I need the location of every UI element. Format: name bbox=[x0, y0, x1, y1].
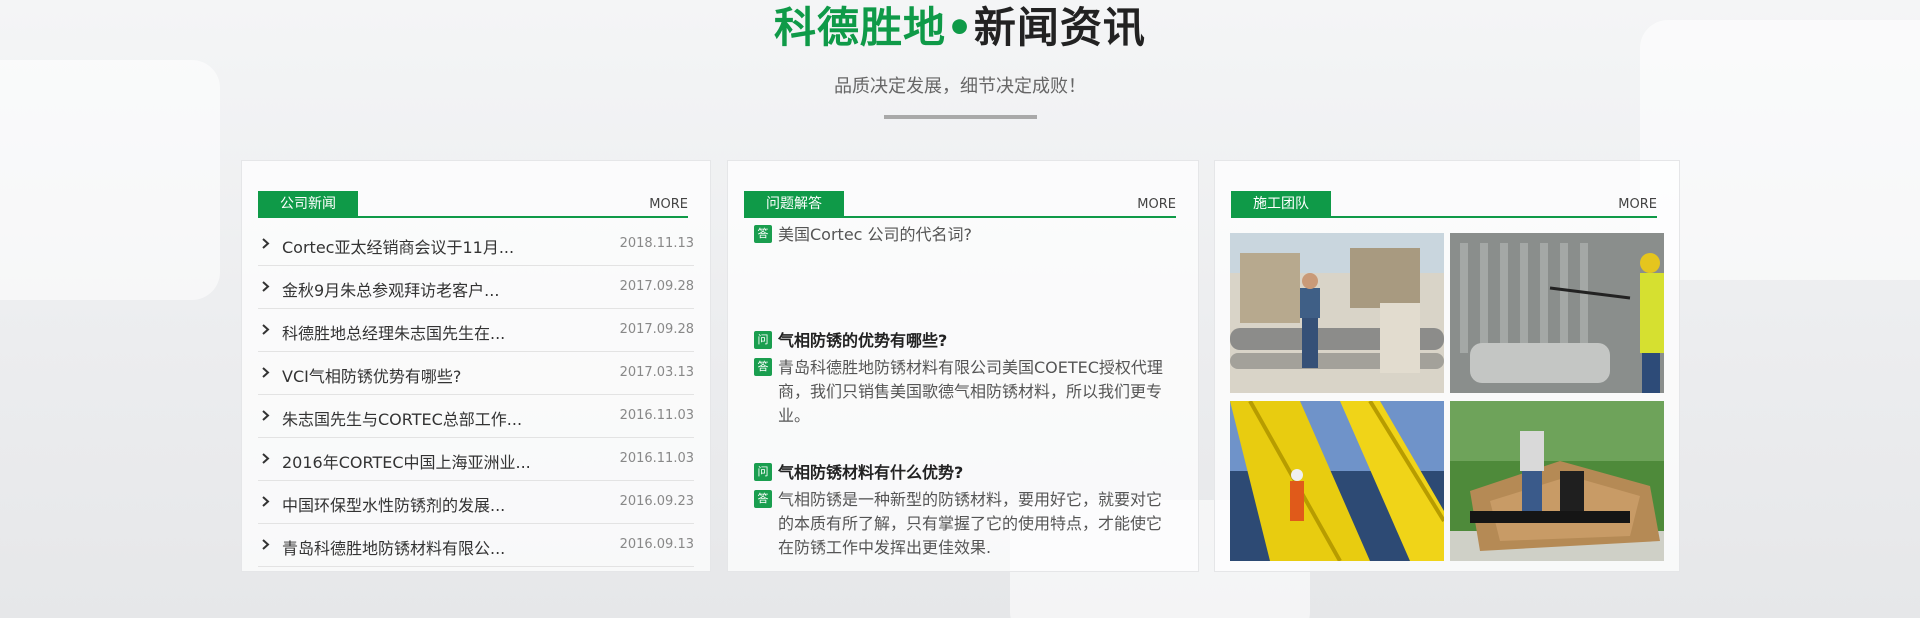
qa-answer: 气相防锈是一种新型的防锈材料，要用好它，就要对它的本质有所了解，只有掌握了它的使… bbox=[778, 490, 1163, 557]
answer-badge-icon: 答 bbox=[754, 358, 772, 376]
news-list: Cortec亚太经销商会议于11月... 2018.11.13 金秋9月朱总参观… bbox=[258, 223, 694, 567]
panel-header: 施工团队 MORE bbox=[1231, 191, 1657, 218]
arrow-bullet-icon bbox=[262, 496, 270, 507]
answer-badge-icon: 答 bbox=[754, 490, 772, 508]
pressure-washing-photo[interactable] bbox=[1450, 233, 1664, 393]
more-link[interactable]: MORE bbox=[1137, 197, 1176, 212]
qa-question[interactable]: 气相防锈的优势有哪些? bbox=[778, 329, 1168, 353]
page-subtitle: 品质决定发展，细节决定成败！ bbox=[834, 76, 1086, 97]
background-shape bbox=[1640, 20, 1920, 280]
qa-answer-row: 答 气相防锈是一种新型的防锈材料，要用好它，就要对它的本质有所了解，只有掌握了它… bbox=[754, 488, 1168, 560]
news-item[interactable]: 科德胜地总经理朱志国先生在... 2017.09.28 bbox=[258, 309, 694, 352]
arrow-bullet-icon bbox=[262, 453, 270, 464]
title-divider bbox=[884, 115, 1037, 119]
qa-panel: 问题解答 MORE 答 美国Cortec 公司的代名词? 问 气相防锈的优势有哪… bbox=[727, 160, 1199, 572]
more-link[interactable]: MORE bbox=[649, 197, 688, 212]
answer-badge-icon: 答 bbox=[754, 225, 772, 243]
news-title[interactable]: 青岛科德胜地防锈材料有限公... bbox=[282, 535, 505, 559]
news-item[interactable]: 金秋9月朱总参观拜访老客户... 2017.09.28 bbox=[258, 266, 694, 309]
news-date: 2017.03.13 bbox=[619, 365, 694, 380]
news-title[interactable]: 2016年CORTEC中国上海亚洲业... bbox=[282, 449, 531, 473]
company-news-panel: 公司新闻 MORE Cortec亚太经销商会议于11月... 2018.11.1… bbox=[241, 160, 711, 572]
qa-entry: 答 美国Cortec 公司的代名词? bbox=[754, 223, 1168, 247]
qa-entry: 问 气相防锈材料有什么优势? 答 气相防锈是一种新型的防锈材料，要用好它，就要对… bbox=[754, 461, 1168, 560]
news-item[interactable]: 2016年CORTEC中国上海亚洲业... 2016.11.03 bbox=[258, 438, 694, 481]
news-title[interactable]: 朱志国先生与CORTEC总部工作... bbox=[282, 406, 522, 430]
panel-header: 公司新闻 MORE bbox=[258, 191, 688, 218]
arrow-bullet-icon bbox=[262, 367, 270, 378]
news-item[interactable]: 青岛科德胜地防锈材料有限公... 2016.09.13 bbox=[258, 524, 694, 567]
qa-question-row[interactable]: 问 气相防锈的优势有哪些? bbox=[754, 329, 1168, 353]
tarp-covering-photo[interactable] bbox=[1450, 401, 1664, 561]
arrow-bullet-icon bbox=[262, 324, 270, 335]
news-date: 2016.11.03 bbox=[619, 408, 694, 423]
news-date: 2016.11.03 bbox=[619, 451, 694, 466]
qa-answer: 美国Cortec 公司的代名词? bbox=[778, 225, 973, 244]
news-title[interactable]: VCI气相防锈优势有哪些? bbox=[282, 363, 461, 387]
pipe-inspection-photo[interactable] bbox=[1230, 233, 1444, 393]
news-title[interactable]: 科德胜地总经理朱志国先生在... bbox=[282, 320, 505, 344]
news-date: 2016.09.23 bbox=[619, 494, 694, 509]
news-item[interactable]: Cortec亚太经销商会议于11月... 2018.11.13 bbox=[258, 223, 694, 266]
news-date: 2016.09.13 bbox=[619, 537, 694, 552]
news-item[interactable]: 朱志国先生与CORTEC总部工作... 2016.11.03 bbox=[258, 395, 694, 438]
arrow-bullet-icon bbox=[262, 281, 270, 292]
qa-answer-row: 答 美国Cortec 公司的代名词? bbox=[754, 223, 1168, 247]
qa-question[interactable]: 气相防锈材料有什么优势? bbox=[778, 461, 1168, 485]
offshore-rig-photo[interactable] bbox=[1230, 401, 1444, 561]
news-item[interactable]: 中国环保型水性防锈剂的发展... 2016.09.23 bbox=[258, 481, 694, 524]
tab-qa[interactable]: 问题解答 bbox=[744, 191, 844, 218]
arrow-bullet-icon bbox=[262, 539, 270, 550]
qa-entry: 问 气相防锈的优势有哪些? 答 青岛科德胜地防锈材料有限公司美国COETEC授权… bbox=[754, 329, 1168, 428]
news-date: 2018.11.13 bbox=[619, 236, 694, 251]
news-date: 2017.09.28 bbox=[619, 279, 694, 294]
question-badge-icon: 问 bbox=[754, 463, 772, 481]
team-panel: 施工团队 MORE bbox=[1214, 160, 1680, 572]
news-title[interactable]: 金秋9月朱总参观拜访老客户... bbox=[282, 277, 499, 301]
tab-team[interactable]: 施工团队 bbox=[1231, 191, 1331, 218]
more-link[interactable]: MORE bbox=[1618, 197, 1657, 212]
news-date: 2017.09.28 bbox=[619, 322, 694, 337]
arrow-bullet-icon bbox=[262, 238, 270, 249]
news-item[interactable]: VCI气相防锈优势有哪些? 2017.03.13 bbox=[258, 352, 694, 395]
page-title: 科德胜地•新闻资讯 bbox=[774, 3, 1146, 52]
question-badge-icon: 问 bbox=[754, 331, 772, 349]
arrow-bullet-icon bbox=[262, 410, 270, 421]
news-title[interactable]: Cortec亚太经销商会议于11月... bbox=[282, 234, 514, 258]
tab-company-news[interactable]: 公司新闻 bbox=[258, 191, 358, 218]
qa-answer: 青岛科德胜地防锈材料有限公司美国COETEC授权代理商，我们只销售美国歌德气相防… bbox=[778, 358, 1163, 425]
panel-header: 问题解答 MORE bbox=[744, 191, 1176, 218]
qa-answer-row: 答 青岛科德胜地防锈材料有限公司美国COETEC授权代理商，我们只销售美国歌德气… bbox=[754, 356, 1168, 428]
qa-question-row[interactable]: 问 气相防锈材料有什么优势? bbox=[754, 461, 1168, 485]
news-title[interactable]: 中国环保型水性防锈剂的发展... bbox=[282, 492, 505, 516]
